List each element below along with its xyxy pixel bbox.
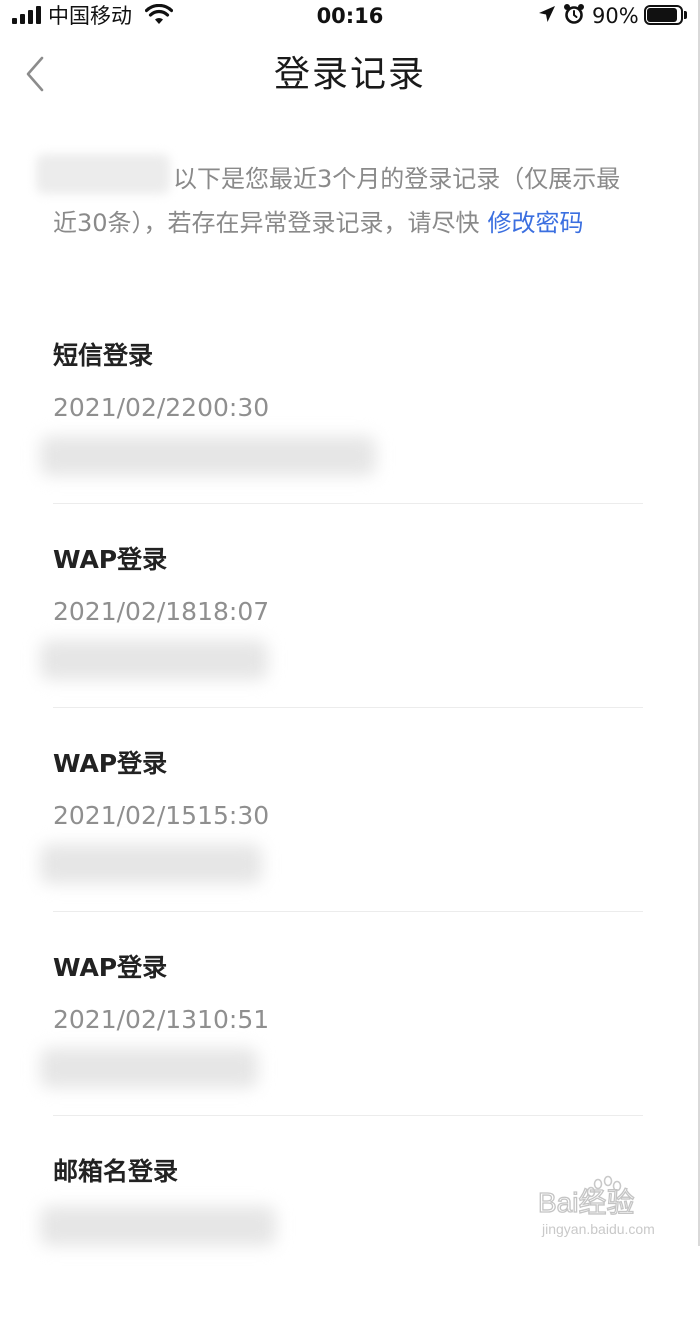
- redacted-record-detail: [40, 640, 268, 680]
- intro-line-1: 以下是您最近3个月的登录记录（仅展示最: [173, 165, 621, 193]
- redacted-record-detail: [40, 1048, 258, 1088]
- record-login-type: WAP登录: [53, 749, 168, 778]
- record-time: 2021/02/2200:30: [53, 393, 270, 422]
- list-item: 邮箱名登录: [0, 1116, 700, 1320]
- intro-text: 以下是您最近3个月的登录记录（仅展示最 近30条），若存在异常登录记录，请尽快修…: [53, 157, 643, 245]
- battery-icon: [644, 5, 687, 25]
- status-bar: 中国移动 00:16 90%: [0, 0, 700, 34]
- battery-percent: 90%: [592, 4, 639, 28]
- record-login-type: WAP登录: [53, 545, 168, 574]
- list-item: WAP登录 2021/02/1310:51: [0, 912, 700, 1116]
- redacted-record-detail: [40, 1206, 276, 1246]
- list-item: WAP登录 2021/02/1515:30: [0, 708, 700, 912]
- location-arrow-icon: [539, 6, 555, 22]
- page-title: 登录记录: [273, 54, 426, 95]
- list-item: WAP登录 2021/02/1818:07: [0, 504, 700, 708]
- intro-line-2-text: 近30条），若存在异常登录记录，请尽快: [53, 209, 480, 237]
- change-password-link[interactable]: 修改密码: [488, 209, 584, 237]
- redacted-record-detail: [40, 436, 376, 476]
- record-login-type: 邮箱名登录: [53, 1157, 179, 1186]
- record-time: 2021/02/1310:51: [53, 1005, 270, 1034]
- record-login-type: WAP登录: [53, 953, 168, 982]
- record-login-type: 短信登录: [53, 341, 154, 370]
- record-time: 2021/02/1515:30: [53, 801, 270, 830]
- record-time: 2021/02/1818:07: [53, 597, 270, 626]
- login-record-list: 短信登录 2021/02/2200:30 WAP登录 2021/02/1818:…: [0, 300, 700, 1320]
- alarm-clock-icon: [564, 4, 584, 24]
- list-item: 短信登录 2021/02/2200:30: [0, 300, 700, 504]
- intro-line-2: 近30条），若存在异常登录记录，请尽快 修改密码: [53, 201, 643, 245]
- redacted-record-detail: [40, 844, 262, 884]
